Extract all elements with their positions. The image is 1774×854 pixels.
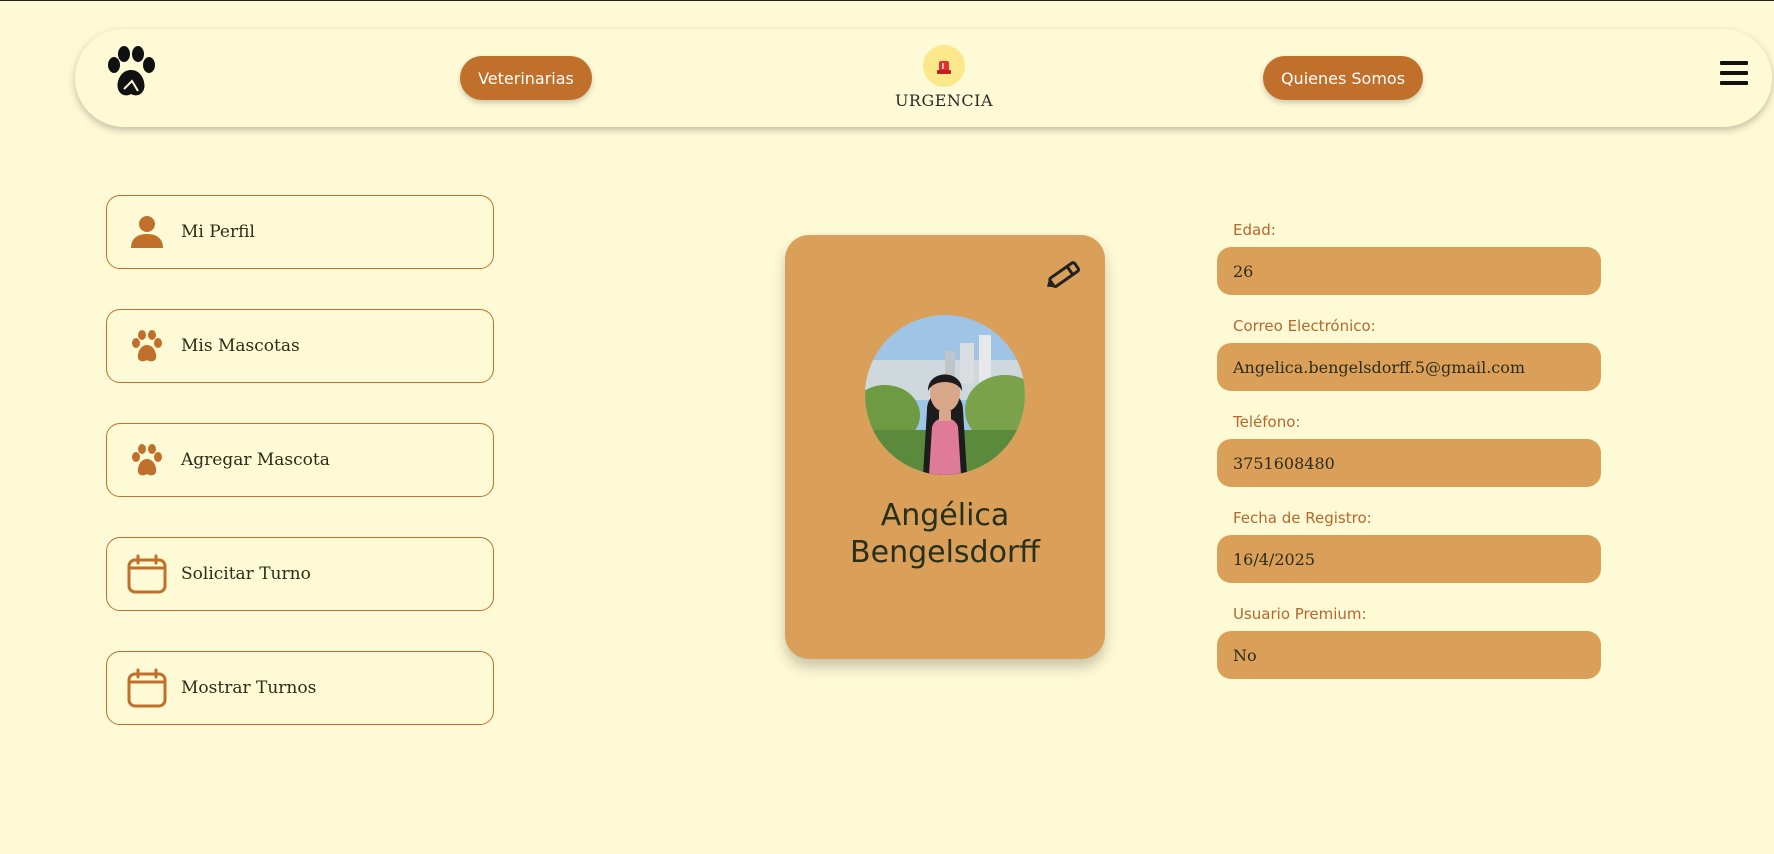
sidebar-item-mostrar-turnos[interactable]: Mostrar Turnos (106, 651, 494, 725)
urgencia-button[interactable]: URGENCIA (880, 45, 1008, 110)
paw-icon (127, 326, 167, 366)
fecha-registro-field: 16/4/2025 (1217, 535, 1601, 583)
sidebar-item-label: Solicitar Turno (181, 564, 311, 584)
sidebar-item-mis-mascotas[interactable]: Mis Mascotas (106, 309, 494, 383)
profile-name: Angélica Bengelsdorff (785, 497, 1105, 571)
usuario-premium-label: Usuario Premium: (1233, 605, 1367, 623)
sidebar-item-solicitar-turno[interactable]: Solicitar Turno (106, 537, 494, 611)
sidebar-item-mi-perfil[interactable]: Mi Perfil (106, 195, 494, 269)
correo-field: Angelica.bengelsdorff.5@gmail.com (1217, 343, 1601, 391)
correo-label: Correo Electrónico: (1233, 317, 1376, 335)
edad-label: Edad: (1233, 221, 1276, 239)
telefono-label: Teléfono: (1233, 413, 1301, 431)
usuario-premium-field: No (1217, 631, 1601, 679)
quienes-somos-button[interactable]: Quienes Somos (1263, 56, 1423, 100)
sidebar-item-label: Mis Mascotas (181, 336, 300, 356)
person-icon (127, 212, 167, 252)
calendar-icon (127, 668, 167, 708)
paw-icon (127, 440, 167, 480)
sidebar-item-label: Mi Perfil (181, 222, 255, 242)
calendar-icon (127, 554, 167, 594)
sidebar-item-label: Agregar Mascota (181, 450, 330, 470)
urgencia-label: URGENCIA (894, 91, 994, 110)
sidebar-item-agregar-mascota[interactable]: Agregar Mascota (106, 423, 494, 497)
profile-card: Angélica Bengelsdorff (785, 235, 1105, 659)
sidebar-item-label: Mostrar Turnos (181, 678, 317, 698)
edad-field: 26 (1217, 247, 1601, 295)
navbar: Veterinarias URGENCIA Quienes Somos (75, 29, 1772, 127)
pencil-icon[interactable] (1043, 255, 1087, 293)
profile-first-name: Angélica (880, 498, 1010, 533)
paw-logo-icon[interactable] (102, 45, 160, 103)
veterinarias-button[interactable]: Veterinarias (460, 56, 592, 100)
profile-last-name: Bengelsdorff (850, 535, 1040, 570)
telefono-field: 3751608480 (1217, 439, 1601, 487)
avatar (865, 315, 1025, 475)
siren-icon (923, 45, 965, 87)
menu-icon[interactable] (1720, 61, 1748, 89)
fecha-registro-label: Fecha de Registro: (1233, 509, 1372, 527)
